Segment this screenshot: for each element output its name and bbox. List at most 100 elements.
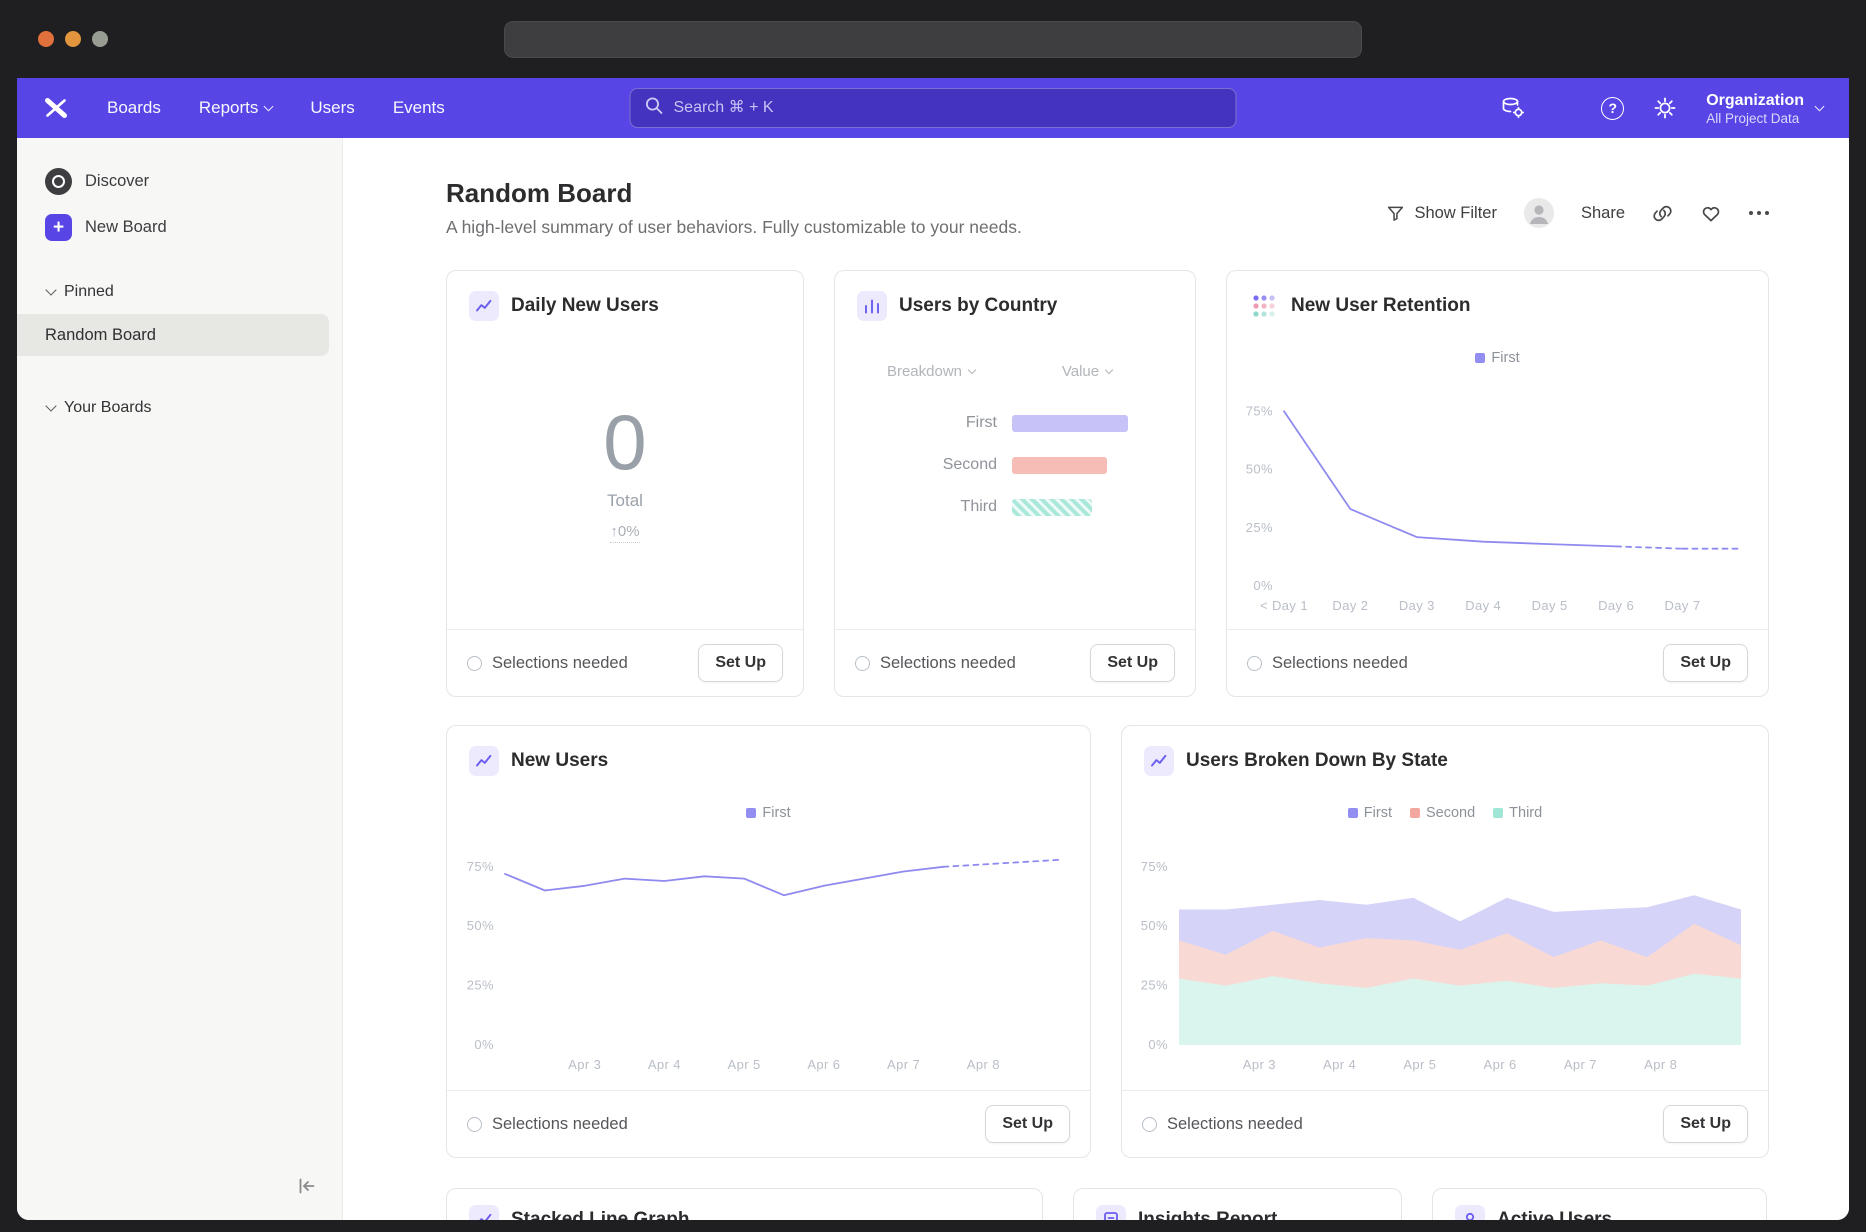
nav-item-reports[interactable]: Reports <box>199 98 273 118</box>
set-up-button[interactable]: Set Up <box>1663 644 1748 682</box>
breakdown-dropdown[interactable]: Breakdown <box>865 363 997 380</box>
share-label: Share <box>1581 204 1625 223</box>
mixpanel-logo-icon[interactable] <box>43 95 69 121</box>
card-status: Selections needed <box>1247 654 1408 673</box>
chevron-down-icon <box>1815 101 1825 111</box>
empty-circle-icon <box>1247 656 1262 671</box>
svg-text:0%: 0% <box>1148 1037 1168 1052</box>
svg-text:Apr 5: Apr 5 <box>727 1057 760 1072</box>
nav-item-boards[interactable]: Boards <box>107 98 161 118</box>
search-bar[interactable] <box>630 88 1237 128</box>
value-dropdown[interactable]: Value <box>1012 363 1162 380</box>
sidebar-collapse-button[interactable] <box>296 1175 318 1202</box>
favorite-heart-icon[interactable] <box>1700 203 1722 224</box>
card-title: Insights Report <box>1138 1209 1277 1220</box>
sidebar: Discover + New Board Pinned Random Board… <box>17 138 343 1220</box>
chevron-down-icon <box>968 366 976 374</box>
card-title: Active Users <box>1497 1209 1612 1220</box>
chevron-down-icon <box>45 284 56 295</box>
sidebar-section-pinned[interactable]: Pinned <box>17 272 342 312</box>
nav-item-users[interactable]: Users <box>310 98 354 118</box>
board-name: Random Board <box>45 326 156 345</box>
share-button[interactable]: Share <box>1581 204 1625 223</box>
nav-item-label: Users <box>310 98 354 118</box>
window-chrome <box>0 0 1866 78</box>
set-up-button[interactable]: Set Up <box>985 1105 1070 1143</box>
more-options-icon[interactable] <box>1749 211 1769 215</box>
svg-text:75%: 75% <box>1245 403 1272 418</box>
breakdown-row-label: First <box>865 414 997 432</box>
card-new-user-retention: New User Retention First 75%50%25%0%< Da… <box>1226 270 1769 697</box>
section-label: Pinned <box>64 283 114 301</box>
minimize-button[interactable] <box>65 31 81 47</box>
svg-text:Day 7: Day 7 <box>1664 598 1700 613</box>
card-active-users: Active Users <box>1432 1188 1767 1220</box>
board-main: Random Board A high-level summary of use… <box>343 138 1849 1220</box>
new-users-line-chart: 75%50%25%0%Apr 3Apr 4Apr 5Apr 6Apr 7Apr … <box>449 825 1089 1079</box>
settings-gear-icon[interactable] <box>1653 96 1677 120</box>
card-daily-new-users: Daily New Users 0 Total ↑0% Selections n… <box>446 270 804 697</box>
chevron-down-icon <box>264 101 274 111</box>
legend-item: First <box>1348 804 1392 821</box>
apps-grid-icon[interactable] <box>1554 99 1572 117</box>
card-title: New Users <box>511 750 608 772</box>
show-filter-label: Show Filter <box>1414 204 1497 223</box>
card-status: Selections needed <box>1142 1115 1303 1134</box>
sidebar-item-random-board[interactable]: Random Board <box>17 314 329 356</box>
line-chart-icon <box>469 746 499 776</box>
plus-icon: + <box>45 214 72 241</box>
url-bar[interactable] <box>504 21 1362 58</box>
breakdown-row-label: Second <box>865 456 997 474</box>
filter-funnel-icon <box>1386 204 1405 223</box>
breakdown-row: First <box>835 402 1195 444</box>
copy-link-icon[interactable] <box>1652 203 1673 224</box>
search-input[interactable] <box>674 99 1222 117</box>
line-chart-icon <box>469 291 499 321</box>
top-nav: Boards Reports Users Events <box>17 78 1849 138</box>
svg-text:Apr 4: Apr 4 <box>647 1057 680 1072</box>
avatar[interactable] <box>1524 198 1554 228</box>
show-filter-button[interactable]: Show Filter <box>1386 204 1497 223</box>
svg-text:Day 3: Day 3 <box>1398 598 1434 613</box>
empty-circle-icon <box>1142 1117 1157 1132</box>
card-title: Daily New Users <box>511 295 659 317</box>
page-subtitle: A high-level summary of user behaviors. … <box>446 217 1022 238</box>
sidebar-item-new-board[interactable]: + New Board <box>17 204 342 250</box>
set-up-button[interactable]: Set Up <box>1090 644 1175 682</box>
svg-text:50%: 50% <box>466 918 493 933</box>
svg-text:Day 4: Day 4 <box>1465 598 1501 613</box>
svg-text:0%: 0% <box>474 1037 494 1052</box>
breakdown-bar <box>1012 499 1092 516</box>
page-title: Random Board <box>446 178 1022 209</box>
chevron-down-icon <box>45 400 56 411</box>
data-management-icon[interactable] <box>1500 96 1525 120</box>
help-icon[interactable]: ? <box>1601 97 1624 120</box>
svg-text:Apr 7: Apr 7 <box>887 1057 920 1072</box>
metric-value: 0 <box>603 403 646 481</box>
empty-circle-icon <box>467 1117 482 1132</box>
breakdown-bars: FirstSecondThird <box>835 402 1195 528</box>
card-title: Stacked Line Graph <box>511 1209 689 1220</box>
retention-line-chart: 75%50%25%0%< Day 1Day 2Day 3Day 4Day 5Da… <box>1228 370 1768 620</box>
svg-text:25%: 25% <box>1245 520 1272 535</box>
svg-text:Apr 8: Apr 8 <box>1644 1057 1677 1072</box>
set-up-button[interactable]: Set Up <box>698 644 783 682</box>
help-glyph: ? <box>1608 100 1617 116</box>
chart-legend: FirstSecondThird <box>1122 804 1768 821</box>
nav-item-events[interactable]: Events <box>393 98 445 118</box>
chart-legend: First <box>447 804 1090 821</box>
set-up-button[interactable]: Set Up <box>1663 1105 1748 1143</box>
empty-circle-icon <box>467 656 482 671</box>
org-switcher[interactable]: Organization All Project Data <box>1706 91 1823 126</box>
bar-chart-icon <box>857 291 887 321</box>
svg-text:Apr 5: Apr 5 <box>1403 1057 1436 1072</box>
zoom-button[interactable] <box>92 31 108 47</box>
close-button[interactable] <box>38 31 54 47</box>
sidebar-item-discover[interactable]: Discover <box>17 158 342 204</box>
traffic-lights <box>38 31 108 47</box>
card-title: Users by Country <box>899 295 1057 317</box>
svg-text:Apr 3: Apr 3 <box>1243 1057 1276 1072</box>
search-icon <box>645 96 664 120</box>
sidebar-section-your-boards[interactable]: Your Boards <box>17 388 342 428</box>
svg-text:Apr 6: Apr 6 <box>1484 1057 1517 1072</box>
